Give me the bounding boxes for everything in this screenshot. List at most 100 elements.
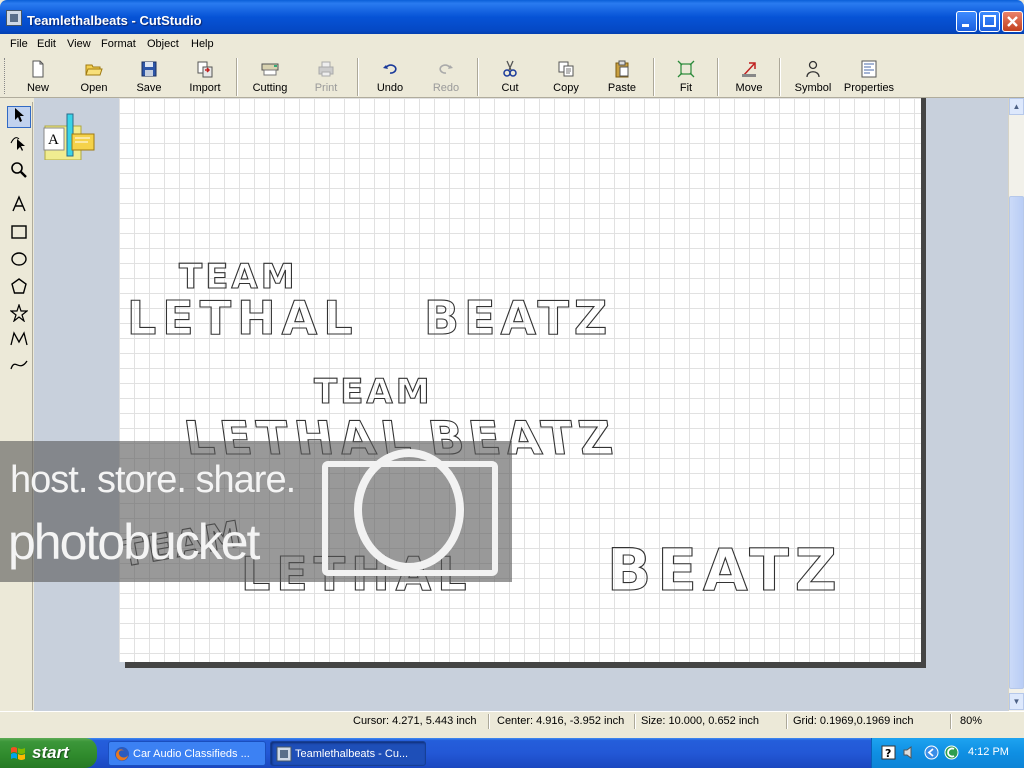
rectangle-tool[interactable] [7, 223, 31, 245]
ellipse-icon [11, 252, 27, 266]
tool-palette [3, 102, 33, 710]
import-label: Import [189, 82, 221, 94]
new-document-icon [32, 60, 44, 78]
menu-format[interactable]: Format [101, 38, 136, 50]
toolbar-separator [477, 58, 479, 96]
photobucket-watermark: host. store. share. photobucket [0, 441, 512, 582]
window-title: Teamlethalbeats - CutStudio [27, 13, 202, 28]
menu-edit[interactable]: Edit [37, 38, 56, 50]
move-icon [742, 62, 756, 77]
symbol-button[interactable]: Symbol [785, 60, 841, 98]
start-button[interactable]: start [0, 738, 97, 768]
text-design-icon[interactable]: A [42, 110, 98, 160]
title-bar[interactable]: Teamlethalbeats - CutStudio [0, 0, 1024, 34]
menu-view[interactable]: View [67, 38, 91, 50]
open-folder-icon [85, 64, 103, 76]
back-arrow-icon[interactable] [924, 745, 939, 760]
copy-button[interactable]: Copy [538, 60, 594, 98]
watermark-tagline: host. store. share. [10, 459, 296, 501]
node-edit-tool[interactable] [7, 133, 31, 155]
artwork-beatz-3: BEATZ [607, 536, 843, 604]
save-button[interactable]: Save [121, 60, 177, 98]
star-tool[interactable] [7, 303, 31, 326]
menu-help[interactable]: Help [191, 38, 214, 50]
polyline-tool[interactable] [7, 330, 31, 352]
status-separator [634, 714, 636, 729]
new-button[interactable]: New [10, 60, 66, 98]
cutstudio-icon [276, 746, 292, 762]
select-tool[interactable] [7, 106, 31, 128]
properties-button[interactable]: Properties [841, 60, 897, 98]
floppy-disk-icon [141, 61, 157, 77]
taskbar: start Car Audio Classifieds ... Teamleth… [0, 738, 1024, 768]
print-label: Print [314, 82, 338, 94]
taskbar-item-label: Car Audio Classifieds ... [133, 748, 250, 760]
cutting-label: Cutting [252, 82, 288, 94]
curve-tool[interactable] [7, 356, 31, 378]
artwork-team-2: TEAM [314, 372, 433, 412]
redo-button[interactable]: Redo [418, 60, 474, 98]
paste-button[interactable]: Paste [594, 60, 650, 98]
app-icon[interactable] [6, 10, 22, 26]
cut-label: Cut [501, 82, 519, 94]
copy-icon [558, 61, 574, 77]
close-button[interactable] [1002, 11, 1023, 32]
ellipse-tool[interactable] [7, 250, 31, 272]
minimize-button[interactable] [956, 11, 977, 32]
volume-icon[interactable] [902, 745, 917, 760]
watermark-brand: photobucket [8, 514, 260, 570]
scroll-up-button[interactable]: ▲ [1009, 98, 1024, 115]
scroll-down-button[interactable]: ▼ [1009, 693, 1024, 710]
print-button[interactable]: Print [298, 60, 354, 98]
app-window: Teamlethalbeats - CutStudio File Edit Vi… [0, 0, 1024, 738]
fit-label: Fit [679, 82, 693, 94]
taskbar-item-cutstudio[interactable]: Teamlethalbeats - Cu... [270, 741, 426, 766]
paper-shadow [921, 98, 926, 668]
cut-button[interactable]: Cut [482, 60, 538, 98]
cutting-machine-icon [261, 63, 279, 76]
pentagon-icon [11, 278, 27, 294]
maximize-icon [983, 15, 996, 27]
cutting-button[interactable]: Cutting [242, 60, 298, 98]
polyline-icon [10, 331, 28, 346]
canvas-area[interactable]: A TEAM LETHAL BEATZ TEAM LETHAL BEATZ TE… [34, 98, 1008, 711]
vertical-scrollbar[interactable]: ▲ ▼ [1008, 98, 1024, 711]
undo-button[interactable]: Undo [362, 60, 418, 98]
redo-label: Redo [432, 82, 460, 94]
toolbar-separator [357, 58, 359, 96]
toolbar-separator [236, 58, 238, 96]
toolbar-grip[interactable] [4, 58, 7, 94]
scissors-icon [503, 60, 517, 77]
import-button[interactable]: Import [177, 60, 233, 98]
clipboard-icon [615, 60, 629, 78]
help-icon[interactable]: ? [881, 745, 896, 760]
maximize-button[interactable] [979, 11, 1000, 32]
network-icon[interactable] [944, 745, 959, 760]
start-label: start [32, 743, 69, 762]
move-button[interactable]: Move [721, 60, 777, 98]
paste-label: Paste [607, 82, 637, 94]
status-bar: Cursor: 4.271, 5.443 inch Center: 4.916,… [0, 711, 1024, 731]
fit-to-window-icon [677, 60, 695, 78]
close-icon [1007, 16, 1018, 27]
menu-file[interactable]: File [10, 38, 28, 50]
toolbar-separator [653, 58, 655, 96]
scrollbar-thumb[interactable] [1009, 196, 1024, 689]
magnifier-icon [11, 162, 27, 178]
fit-button[interactable]: Fit [658, 60, 714, 98]
menu-object[interactable]: Object [147, 38, 179, 50]
rectangle-icon [11, 225, 27, 239]
taskbar-item-firefox[interactable]: Car Audio Classifieds ... [108, 741, 266, 766]
clock: 4:12 PM [968, 746, 1009, 758]
copy-label: Copy [553, 82, 579, 94]
star-icon [9, 303, 29, 323]
polygon-tool[interactable] [7, 277, 31, 299]
text-tool[interactable] [7, 195, 31, 217]
paper-shadow [125, 662, 926, 668]
save-label: Save [136, 82, 162, 94]
zoom-level: 80% [960, 715, 983, 727]
open-button[interactable]: Open [66, 60, 122, 98]
system-tray: ? 4:12 PM [871, 738, 1024, 768]
zoom-tool[interactable] [7, 161, 31, 183]
properties-label: Properties [843, 82, 895, 94]
